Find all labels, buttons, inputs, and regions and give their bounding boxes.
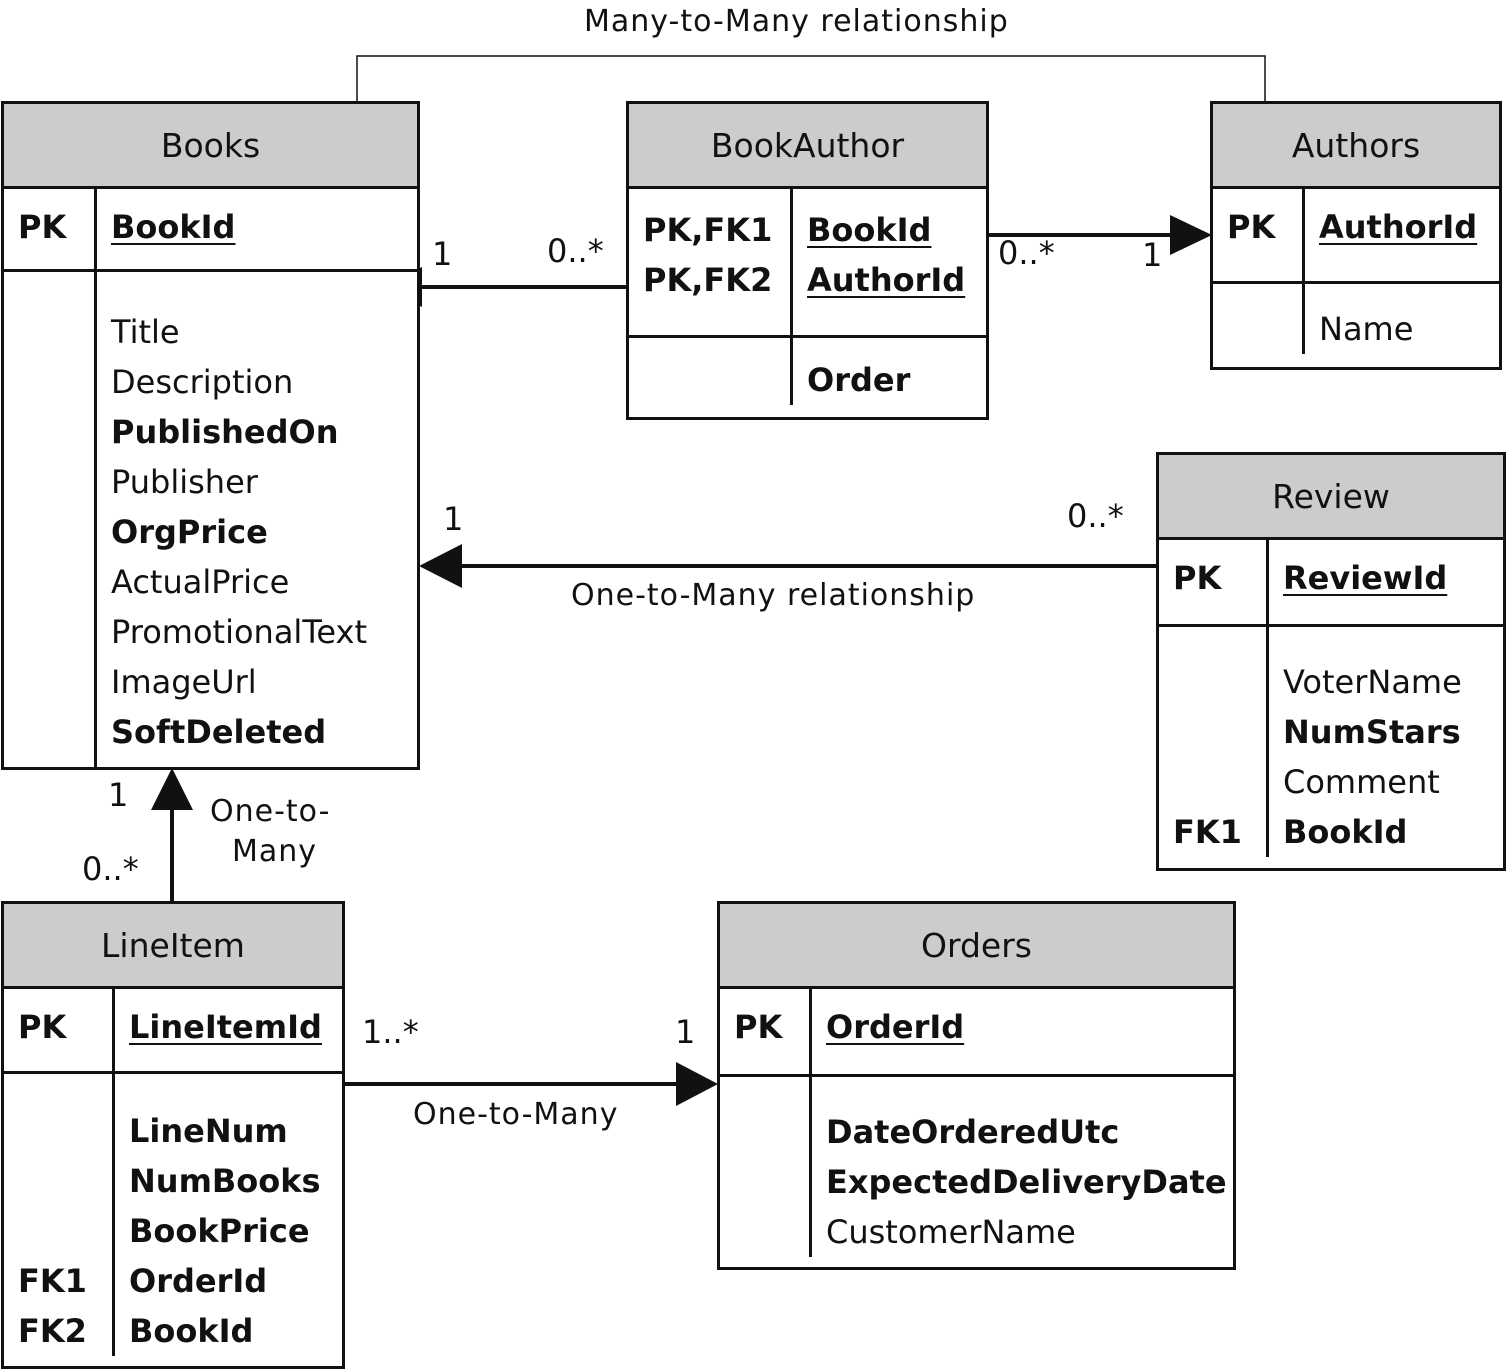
entity-title: Review — [1272, 476, 1390, 516]
fields-row: Order — [629, 335, 986, 405]
pk-row: PK LineItemId — [4, 989, 342, 1071]
field: NumBooks — [129, 1162, 321, 1200]
key-label: PK — [734, 1008, 783, 1046]
field: SoftDeleted — [111, 713, 327, 751]
key-label — [1173, 757, 1266, 807]
field: Name — [1319, 310, 1414, 348]
entity-title: LineItem — [101, 925, 245, 965]
fields-row: Title Description PublishedOn Publisher … — [4, 269, 417, 767]
fields-row: FK1 FK2 LineNum NumBooks BookPrice Order… — [4, 1071, 342, 1356]
multiplicity-bookauthor-many-2: 0..* — [998, 234, 1055, 272]
entity-header: LineItem — [4, 904, 342, 989]
field: CustomerName — [826, 1213, 1076, 1251]
arrowhead-orders — [676, 1062, 718, 1106]
field: BookId — [1283, 813, 1408, 851]
fields-row: Name — [1213, 281, 1499, 354]
field: LineItemId — [129, 1008, 322, 1046]
lineitem-books-label-line2: Many — [232, 834, 318, 869]
pk-row: PK OrderId — [720, 989, 1233, 1074]
pk-row: PK ReviewId — [1159, 540, 1503, 624]
entity-orders: Orders PK OrderId DateOrderedUtc Expecte… — [717, 901, 1236, 1270]
field: VoterName — [1283, 663, 1462, 701]
field: Description — [111, 363, 294, 401]
field: OrderId — [129, 1262, 268, 1300]
key-label — [1173, 707, 1266, 757]
entity-title: Books — [160, 125, 261, 165]
field: OrderId — [826, 1008, 965, 1046]
pk-row: PK BookId — [4, 189, 417, 269]
multiplicity-lineitem-many: 0..* — [82, 850, 139, 888]
arrowhead-books-from-review — [419, 544, 462, 588]
field: ReviewId — [1283, 559, 1448, 597]
lineitem-orders-label: One-to-Many — [413, 1097, 619, 1132]
entity-header: Books — [4, 104, 417, 189]
field: LineNum — [129, 1112, 288, 1150]
field: BookId — [111, 208, 236, 246]
entity-title: Orders — [921, 925, 1032, 965]
pk-row: PK,FK1 PK,FK2 BookId AuthorId — [629, 189, 986, 335]
multiplicity-lineitem-many-orders: 1..* — [362, 1013, 419, 1051]
entity-title: BookAuthor — [710, 125, 905, 165]
entity-header: Orders — [720, 904, 1233, 989]
multiplicity-authors-one: 1 — [1142, 236, 1163, 274]
fields-row: DateOrderedUtc ExpectedDeliveryDate Cust… — [720, 1074, 1233, 1257]
lineitem-books-label-line1: One-to- — [210, 794, 331, 829]
key-label: PK,FK1 — [643, 211, 773, 249]
key-label: PK,FK2 — [643, 261, 773, 299]
arrowhead-books-from-lineitem — [151, 768, 193, 810]
arrowhead-authors — [1170, 215, 1212, 255]
key-label: FK1 — [18, 1262, 87, 1300]
key-label — [18, 1106, 112, 1156]
key-label: PK — [18, 208, 67, 246]
review-books-label: One-to-Many relationship — [571, 578, 976, 613]
field: NumStars — [1283, 713, 1461, 751]
key-label — [1173, 657, 1266, 707]
field: BookId — [129, 1312, 254, 1350]
key-label: FK2 — [18, 1312, 87, 1350]
field: DateOrderedUtc — [826, 1113, 1120, 1151]
key-label: PK — [1227, 208, 1276, 246]
field: BookId — [807, 211, 932, 249]
entity-books: Books PK BookId Title Description Publis… — [1, 101, 420, 770]
field: ActualPrice — [111, 563, 290, 601]
entity-title: Authors — [1291, 125, 1421, 165]
field: ImageUrl — [111, 663, 257, 701]
multiplicity-review-many: 0..* — [1067, 497, 1124, 535]
field: Order — [807, 361, 911, 399]
field: ExpectedDeliveryDate — [826, 1163, 1227, 1201]
field: PublishedOn — [111, 413, 339, 451]
entity-lineitem: LineItem PK LineItemId FK1 FK2 LineNum N… — [1, 901, 345, 1369]
multiplicity-books-one-review: 1 — [443, 500, 464, 538]
entity-header: BookAuthor — [629, 104, 986, 189]
entity-review: Review PK ReviewId FK1 VoterName NumStar… — [1156, 452, 1506, 871]
entity-authors: Authors PK AuthorId Name — [1210, 101, 1502, 370]
multiplicity-orders-one: 1 — [675, 1013, 696, 1051]
multiplicity-books-one: 1 — [432, 235, 453, 273]
field: OrgPrice — [111, 513, 268, 551]
field: Title — [111, 313, 180, 351]
key-label: PK — [1173, 559, 1222, 597]
field: Comment — [1283, 763, 1440, 801]
field: BookPrice — [129, 1212, 310, 1250]
entity-header: Review — [1159, 455, 1503, 540]
multiplicity-books-one-lineitem: 1 — [108, 776, 129, 814]
key-label — [18, 1206, 112, 1256]
many-to-many-label: Many-to-Many relationship — [584, 4, 1009, 39]
key-label — [18, 1156, 112, 1206]
field: Publisher — [111, 463, 258, 501]
entity-bookauthor: BookAuthor PK,FK1 PK,FK2 BookId AuthorId… — [626, 101, 989, 420]
pk-row: PK AuthorId — [1213, 189, 1499, 281]
field: AuthorId — [1319, 208, 1478, 246]
key-label: PK — [18, 1008, 67, 1046]
entity-header: Authors — [1213, 104, 1499, 189]
multiplicity-bookauthor-many: 0..* — [547, 232, 604, 270]
key-label: FK1 — [1173, 813, 1242, 851]
fields-row: FK1 VoterName NumStars Comment BookId — [1159, 624, 1503, 857]
field: PromotionalText — [111, 613, 368, 651]
field: AuthorId — [807, 261, 966, 299]
